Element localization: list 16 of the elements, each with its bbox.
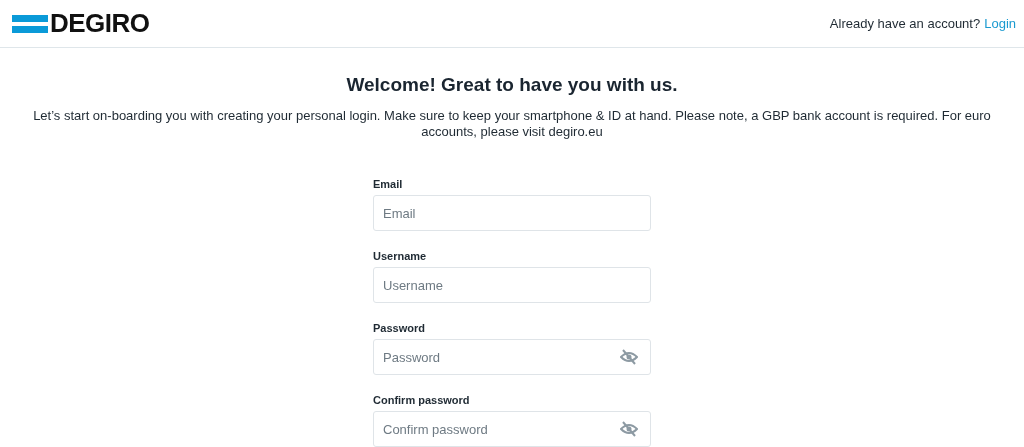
account-prompt: Already have an account?	[829, 16, 981, 31]
page-title: Welcome! Great to have you with us.	[345, 74, 679, 96]
field-label: Email	[373, 178, 404, 190]
login-link[interactable]: Login	[984, 16, 1016, 31]
logo-text: DEGIRO	[50, 8, 150, 39]
password-field[interactable]: Password	[373, 339, 651, 375]
hidden-eye-icon[interactable]	[620, 421, 638, 437]
field-label: Username	[373, 250, 428, 262]
input-field[interactable]: Email	[373, 195, 651, 231]
password-field[interactable]: Confirm password	[373, 411, 651, 447]
field-label: Confirm password	[373, 394, 471, 406]
hidden-eye-icon[interactable]	[620, 349, 638, 365]
logo-icon	[12, 14, 48, 33]
intro-text: Let’s start on-boarding you with creating your personal login. Make sure to keep your smartphone & ID at hand. Please note, a GBP bank account is required. For euro accounts, please visit degiro.eu	[32, 108, 992, 140]
field-label: Password	[373, 322, 426, 334]
input-field[interactable]: Username	[373, 267, 651, 303]
